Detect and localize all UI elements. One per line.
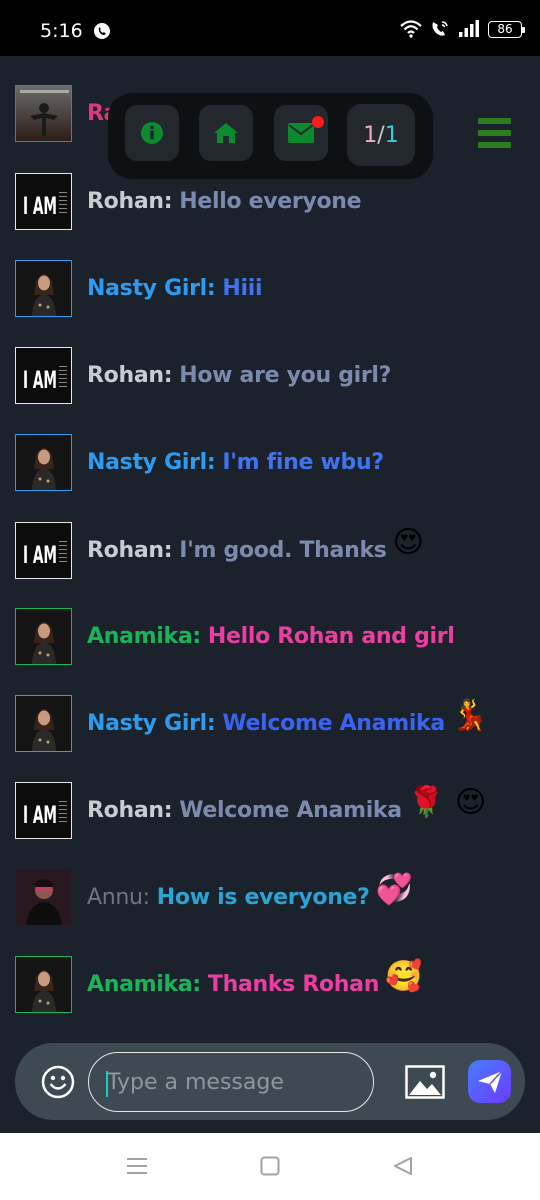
avatar[interactable] xyxy=(15,259,72,317)
chat-message[interactable]: Nasty Girl: I'm fine wbu? xyxy=(15,433,535,491)
sender-name: Nasty Girl: xyxy=(87,449,216,475)
sender-name: Nasty Girl: xyxy=(87,710,216,736)
message-text: How are you girl? xyxy=(179,362,392,388)
message-text: Welcome Anamika xyxy=(179,797,402,823)
hamburger-menu-icon[interactable] xyxy=(478,118,511,148)
svg-text:I AM: I AM xyxy=(23,192,57,220)
sender-name: Rohan: xyxy=(87,797,173,823)
avatar[interactable] xyxy=(15,868,72,926)
avatar[interactable] xyxy=(15,694,72,752)
message-emoji: 😍 xyxy=(392,524,424,560)
chat-message[interactable]: Annu: How is everyone? 💞 xyxy=(15,868,535,926)
unread-dot xyxy=(312,116,324,128)
message-emoji: 🥰 xyxy=(385,958,423,994)
message-text: How is everyone? xyxy=(156,884,370,910)
battery-level: 86 xyxy=(497,22,513,36)
home-nav-icon[interactable] xyxy=(260,1156,280,1176)
message-text: Thanks Rohan xyxy=(207,971,380,997)
emoji-icon[interactable] xyxy=(41,1065,75,1099)
status-bar: 5:16 86 xyxy=(0,0,540,56)
message-composer xyxy=(15,1043,525,1120)
avatar[interactable] xyxy=(15,433,72,491)
send-icon xyxy=(477,1069,503,1093)
status-time: 5:16 xyxy=(40,20,83,42)
chat-message[interactable]: I AM Rohan: How are you girl? xyxy=(15,346,535,404)
home-button[interactable] xyxy=(199,105,253,161)
signal-icon xyxy=(459,20,479,37)
message-input[interactable] xyxy=(88,1052,374,1112)
chat-message[interactable]: Anamika: Thanks Rohan 🥰 xyxy=(15,955,535,1013)
info-button[interactable] xyxy=(125,105,179,161)
avatar[interactable] xyxy=(15,955,72,1013)
counter-separator: / xyxy=(377,122,385,148)
sender-name: Anamika: xyxy=(87,623,201,649)
page-counter[interactable]: 1 / 1 xyxy=(347,104,415,166)
svg-text:I AM: I AM xyxy=(23,366,57,394)
send-button[interactable] xyxy=(468,1060,511,1103)
sender-name: Rohan: xyxy=(87,537,173,563)
battery-indicator: 86 xyxy=(488,20,525,38)
svg-text:I AM: I AM xyxy=(23,541,57,569)
home-icon xyxy=(214,123,238,143)
chat-message[interactable]: I AM Rohan: Hello everyone xyxy=(15,172,535,230)
message-emoji: 🌹 😍 xyxy=(407,784,487,820)
avatar[interactable] xyxy=(15,84,72,142)
avatar[interactable]: I AM xyxy=(15,172,72,230)
chat-message-list[interactable]: Ravin:HiiiI AMRohan:Hello everyoneNasty … xyxy=(0,56,540,1046)
system-nav-bar xyxy=(0,1133,540,1200)
app-notification-icon xyxy=(94,23,110,39)
svg-text:I AM: I AM xyxy=(23,801,57,829)
sender-name: Anamika: xyxy=(87,971,201,997)
chat-message[interactable]: Anamika: Hello Rohan and girl xyxy=(15,607,535,665)
message-body: Rohan: Hello everyone xyxy=(87,188,362,214)
sender-name: Rohan: xyxy=(87,362,173,388)
messages-button[interactable] xyxy=(274,105,328,161)
sender-name: Nasty Girl: xyxy=(87,275,216,301)
chat-toolbar: 1 / 1 xyxy=(108,93,433,179)
avatar[interactable]: I AM xyxy=(15,521,72,579)
message-emoji: 💃 xyxy=(450,697,489,733)
status-indicators: 86 xyxy=(400,20,525,38)
text-caret xyxy=(106,1071,108,1097)
info-icon xyxy=(141,122,163,144)
counter-current: 1 xyxy=(363,122,378,148)
message-text: I'm good. Thanks xyxy=(179,537,387,563)
chat-message[interactable]: I AM Rohan: I'm good. Thanks 😍 xyxy=(15,521,535,579)
back-icon[interactable] xyxy=(393,1156,413,1176)
chat-message[interactable]: I AM Rohan: Welcome Anamika 🌹 😍 xyxy=(15,781,535,839)
avatar[interactable]: I AM xyxy=(15,346,72,404)
message-body: Nasty Girl: Hiii xyxy=(87,275,263,301)
chat-message[interactable]: Nasty Girl: Hiii xyxy=(15,259,535,317)
message-body: Annu: How is everyone? 💞 xyxy=(87,872,413,915)
message-body: Anamika: Thanks Rohan 🥰 xyxy=(87,959,422,1002)
message-emoji: 💞 xyxy=(375,871,413,907)
message-text: Hiii xyxy=(222,275,263,301)
message-body: Anamika: Hello Rohan and girl xyxy=(87,624,455,649)
avatar[interactable] xyxy=(15,607,72,665)
counter-total: 1 xyxy=(384,122,399,148)
message-body: Nasty Girl: I'm fine wbu? xyxy=(87,450,384,475)
image-icon[interactable] xyxy=(405,1065,445,1099)
sender-name: Annu: xyxy=(87,884,150,910)
message-body: Rohan: How are you girl? xyxy=(87,363,391,388)
recents-icon[interactable] xyxy=(126,1156,148,1176)
chat-message[interactable]: Nasty Girl: Welcome Anamika 💃 xyxy=(15,694,535,752)
message-text: Hello everyone xyxy=(179,188,362,214)
sender-name: Rohan: xyxy=(87,188,173,214)
message-text: I'm fine wbu? xyxy=(222,449,384,475)
mail-icon xyxy=(288,123,314,143)
message-body: Rohan: I'm good. Thanks 😍 xyxy=(87,525,424,568)
wifi-icon xyxy=(400,20,422,38)
message-text: Welcome Anamika xyxy=(222,710,445,736)
message-body: Rohan: Welcome Anamika 🌹 😍 xyxy=(87,785,486,828)
message-body: Nasty Girl: Welcome Anamika 💃 xyxy=(87,698,488,741)
wifi-calling-icon xyxy=(432,21,448,36)
message-text: Hello Rohan and girl xyxy=(207,623,455,649)
avatar[interactable]: I AM xyxy=(15,781,72,839)
